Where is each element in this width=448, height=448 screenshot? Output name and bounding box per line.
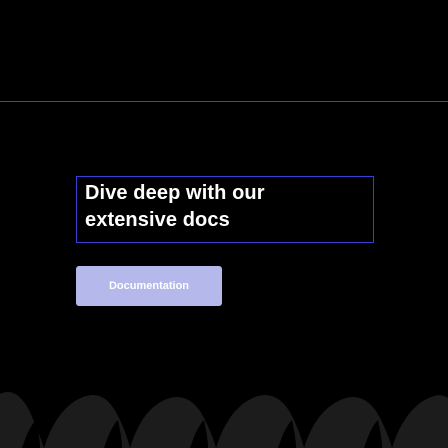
section-divider xyxy=(0,101,448,102)
headline-line-2: extensive docs xyxy=(85,209,230,231)
documentation-button[interactable]: Documentation xyxy=(76,266,222,306)
wave-pattern-decoration xyxy=(0,392,448,448)
docs-promo-section: Dive deep with our extensive docs Docume… xyxy=(0,0,448,448)
headline-line-1: Dive deep with our xyxy=(85,182,265,204)
headline: Dive deep with our extensive docs xyxy=(85,180,373,234)
headline-frame: Dive deep with our extensive docs xyxy=(76,176,374,243)
